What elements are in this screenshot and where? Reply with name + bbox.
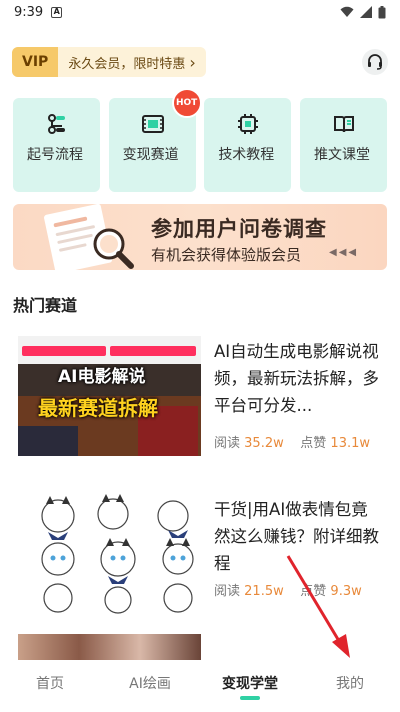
feature-grid: 起号流程 变现赛道 HOT 技术教程 推文课堂 bbox=[13, 88, 387, 192]
article-title: AI自动生成电影解说视频，最新玩法拆解，多平台可分发... bbox=[214, 342, 379, 415]
feature-label: 推文课堂 bbox=[313, 147, 370, 163]
like-label: 点赞 bbox=[300, 436, 327, 451]
film-icon bbox=[141, 115, 164, 133]
article-card[interactable]: 干货|用AI做表情包竟然这么赚钱？附详细教程 阅读 21.5w 点赞 9.3w bbox=[18, 494, 388, 614]
survey-banner[interactable]: 参加用户问卷调查 有机会获得体验版会员 ◀◀◀ bbox=[13, 204, 387, 270]
flow-icon bbox=[48, 114, 65, 134]
article-card[interactable] bbox=[18, 634, 388, 660]
nav-item-school[interactable]: 变现学堂 bbox=[200, 660, 300, 712]
feature-label: 起号流程 bbox=[27, 147, 83, 163]
thumb-title-2: 最新赛道拆解 bbox=[38, 396, 158, 420]
battery-icon bbox=[378, 5, 386, 18]
read-label: 阅读 bbox=[214, 584, 241, 599]
survey-illustration bbox=[44, 204, 134, 270]
feature-label: 变现赛道 bbox=[122, 147, 179, 163]
survey-subtitle: 有机会获得体验版会员 bbox=[151, 246, 302, 264]
article-title: 干货|用AI做表情包竟然这么赚钱？附详细教程 bbox=[214, 500, 379, 573]
read-label: 阅读 bbox=[214, 436, 241, 451]
survey-title: 参加用户问卷调查 bbox=[151, 217, 327, 241]
customer-service-button[interactable] bbox=[362, 49, 388, 75]
status-bar: 9:39 A bbox=[0, 0, 400, 24]
article-thumbnail bbox=[18, 494, 201, 614]
like-count: 13.1w bbox=[330, 436, 370, 451]
like-count: 9.3w bbox=[330, 584, 362, 599]
article-thumbnail bbox=[18, 634, 201, 660]
vip-banner[interactable]: VIP 永久会员，限时特惠 › bbox=[12, 47, 206, 77]
thumb-title-1: AI电影解说 bbox=[58, 367, 146, 387]
article-thumbnail: AI电影解说 最新赛道拆解 bbox=[18, 336, 201, 456]
bottom-nav: 首页 AI绘画 变现学堂 我的 bbox=[0, 660, 400, 712]
vip-tag: VIP bbox=[12, 47, 59, 77]
book-icon bbox=[333, 116, 354, 133]
active-tab-indicator bbox=[240, 696, 260, 700]
hot-badge: HOT bbox=[171, 88, 202, 118]
status-time: 9:39 bbox=[14, 4, 44, 20]
vip-promo-text: 永久会员，限时特惠 bbox=[68, 56, 186, 72]
article-meta: 阅读 35.2w 点赞 13.1w bbox=[214, 432, 370, 451]
like-label: 点赞 bbox=[300, 584, 327, 599]
nav-item-ai-drawing[interactable]: AI绘画 bbox=[100, 660, 200, 712]
read-count: 21.5w bbox=[244, 584, 284, 599]
section-title: 热门赛道 bbox=[13, 296, 78, 315]
read-count: 35.2w bbox=[244, 436, 284, 451]
feature-card-class[interactable]: 推文课堂 bbox=[299, 98, 387, 192]
signal-icon bbox=[360, 6, 372, 18]
feature-label: 技术教程 bbox=[218, 147, 275, 163]
a-icon: A bbox=[51, 6, 63, 18]
nav-label: 变现学堂 bbox=[222, 676, 278, 692]
chip-icon bbox=[238, 114, 259, 134]
arrow-left-icon: ◀◀◀ bbox=[329, 247, 359, 258]
chevron-right-icon: › bbox=[189, 52, 196, 72]
nav-label: 我的 bbox=[336, 676, 364, 692]
nav-label: 首页 bbox=[36, 676, 64, 692]
wifi-icon bbox=[340, 6, 354, 17]
article-meta: 阅读 21.5w 点赞 9.3w bbox=[214, 580, 362, 599]
feature-card-track[interactable]: 变现赛道 HOT bbox=[108, 88, 202, 192]
nav-label: AI绘画 bbox=[129, 676, 171, 692]
nav-item-mine[interactable]: 我的 bbox=[300, 660, 400, 712]
article-card[interactable]: AI电影解说 最新赛道拆解 AI自动生成电影解说视频，最新玩法拆解，多平台可分发… bbox=[18, 336, 388, 456]
headset-icon bbox=[368, 54, 382, 70]
feature-card-flow[interactable]: 起号流程 bbox=[13, 98, 100, 192]
feature-card-tutorial[interactable]: 技术教程 bbox=[204, 98, 292, 192]
nav-item-home[interactable]: 首页 bbox=[0, 660, 100, 712]
